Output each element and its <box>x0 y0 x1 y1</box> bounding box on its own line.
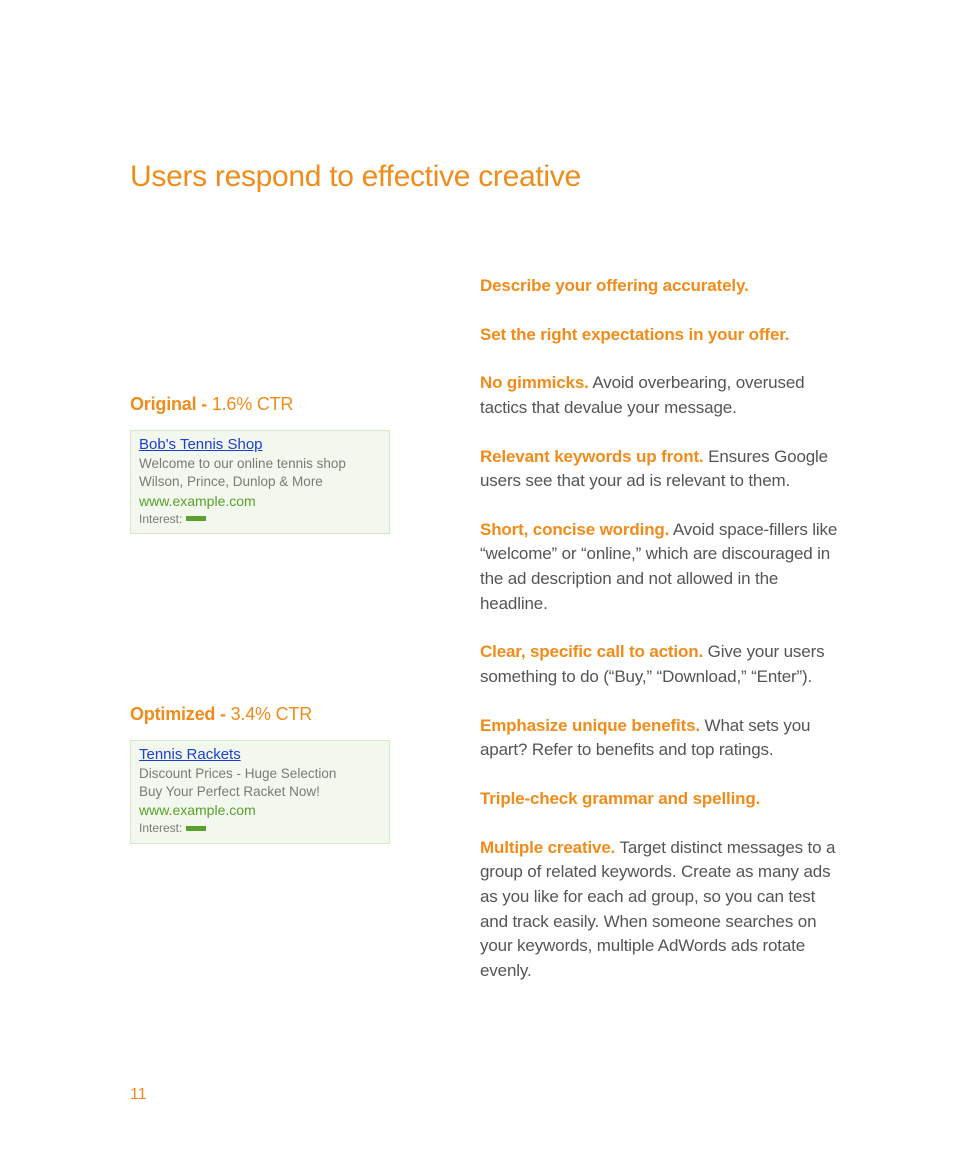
tip-lead: Describe your offering accurately. <box>480 276 749 295</box>
tip-lead: Clear, specific call to action. <box>480 642 703 661</box>
tip-item: Short, concise wording. Avoid space-fill… <box>480 518 844 617</box>
optimized-ctr-label: Optimized - 3.4% CTR <box>130 704 430 725</box>
ad-interest-label: Interest: <box>139 511 182 527</box>
tip-lead: No gimmicks. <box>480 373 589 392</box>
tip-item: Relevant keywords up front. Ensures Goog… <box>480 445 844 494</box>
tip-item: Clear, specific call to action. Give you… <box>480 640 844 689</box>
tip-item: No gimmicks. Avoid overbearing, overused… <box>480 371 844 420</box>
tips-column: Describe your offering accurately. Set th… <box>430 274 844 1007</box>
page-title: Users respond to effective creative <box>130 160 844 194</box>
tip-lead: Emphasize unique benefits. <box>480 716 700 735</box>
tip-lead: Multiple creative. <box>480 838 615 857</box>
tip-item: Emphasize unique benefits. What sets you… <box>480 714 844 763</box>
optimized-ad-box: Tennis Rackets Discount Prices - Huge Se… <box>130 740 390 844</box>
original-ad-box: Bob's Tennis Shop Welcome to our online … <box>130 430 390 534</box>
original-ctr-label: Original - 1.6% CTR <box>130 394 430 415</box>
original-label-value: 1.6% CTR <box>212 394 293 414</box>
spacer <box>130 534 430 704</box>
tip-item: Triple-check grammar and spelling. <box>480 787 844 812</box>
ad-interest-label: Interest: <box>139 820 182 836</box>
ad-title: Bob's Tennis Shop <box>139 435 381 455</box>
interest-bar-fill <box>186 826 206 831</box>
ad-interest-row: Interest: <box>139 820 381 836</box>
interest-bar-icon <box>186 826 230 831</box>
optimized-label-bold: Optimized - <box>130 704 231 724</box>
optimized-label-value: 3.4% CTR <box>231 704 312 724</box>
columns: Original - 1.6% CTR Bob's Tennis Shop We… <box>130 274 844 1007</box>
ad-line-2: Buy Your Perfect Racket Now! <box>139 783 381 801</box>
ad-interest-row: Interest: <box>139 511 381 527</box>
tip-lead: Set the right expectations in your offer… <box>480 325 789 344</box>
tip-lead: Short, concise wording. <box>480 520 669 539</box>
ad-line-2: Wilson, Prince, Dunlop & More <box>139 473 381 491</box>
ad-line-1: Discount Prices - Huge Selection <box>139 765 381 783</box>
ad-url: www.example.com <box>139 801 381 820</box>
tip-body: Target distinct messages to a group of r… <box>480 838 835 980</box>
ad-url: www.example.com <box>139 492 381 511</box>
left-column: Original - 1.6% CTR Bob's Tennis Shop We… <box>130 274 430 1007</box>
document-page: Users respond to effective creative Orig… <box>0 0 954 1007</box>
original-label-bold: Original - <box>130 394 212 414</box>
tip-item: Set the right expectations in your offer… <box>480 323 844 348</box>
tip-lead: Relevant keywords up front. <box>480 447 704 466</box>
ad-title: Tennis Rackets <box>139 745 381 765</box>
page-number: 11 <box>130 1086 147 1104</box>
interest-bar-icon <box>186 516 230 521</box>
ad-line-1: Welcome to our online tennis shop <box>139 455 381 473</box>
tip-lead: Triple-check grammar and spelling. <box>480 789 760 808</box>
interest-bar-fill <box>186 516 206 521</box>
tip-item: Multiple creative. Target distinct messa… <box>480 836 844 984</box>
tip-item: Describe your offering accurately. <box>480 274 844 299</box>
